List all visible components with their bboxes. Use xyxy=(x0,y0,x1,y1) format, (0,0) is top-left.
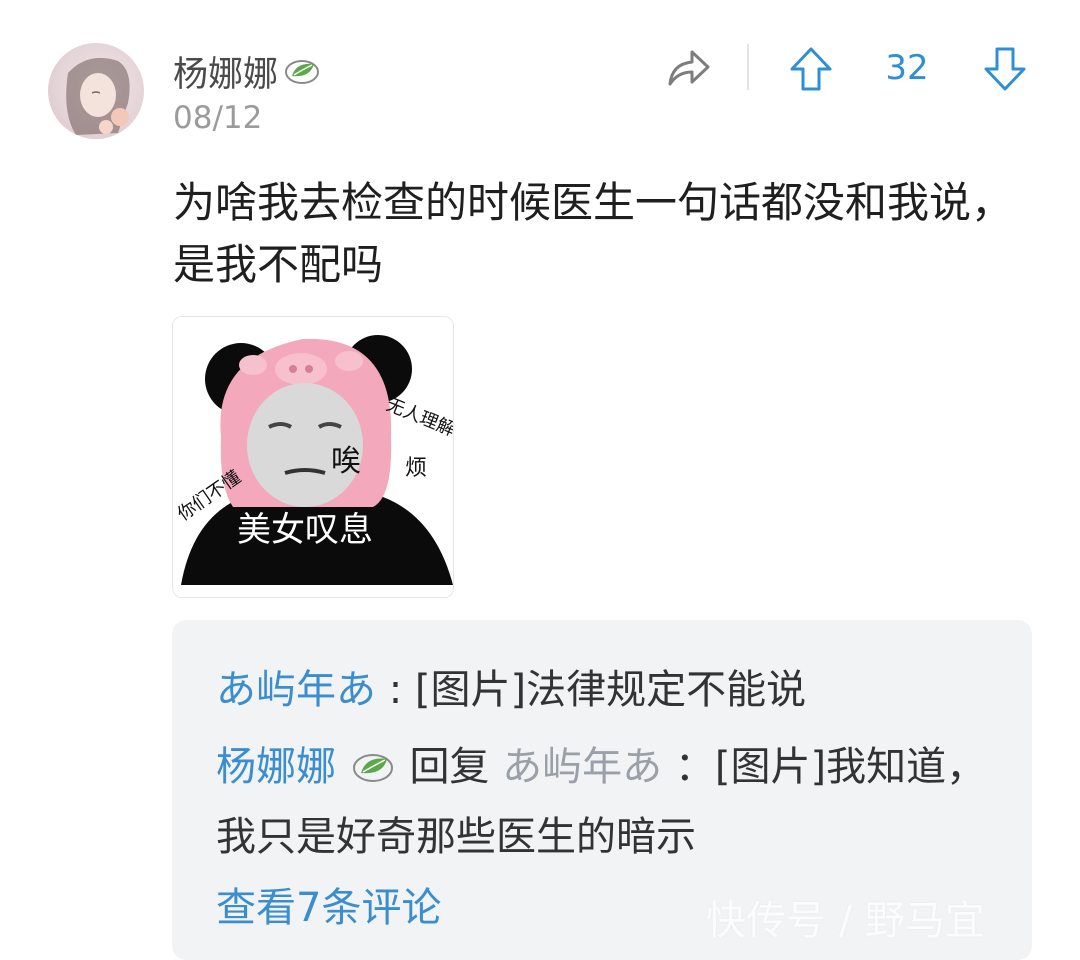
comment-separator: : xyxy=(388,667,403,713)
post-text: 为啥我去检查的时候医生一句话都没和我说，是我不配吗 xyxy=(173,178,1014,289)
comment-content: [图片]法律规定不能说 xyxy=(414,667,807,713)
share-icon[interactable] xyxy=(664,46,712,90)
username-text[interactable]: 杨娜娜 xyxy=(173,46,278,97)
avatar[interactable] xyxy=(48,43,144,139)
leaf-badge-icon xyxy=(352,754,393,782)
comment-item: 杨娜娜 回复 あ屿年あ ：[图片]我知道，我只是好奇那些医生的暗示 xyxy=(216,732,996,872)
watermark: 快传号 / 野马宜 xyxy=(706,898,985,944)
view-more-comments-link[interactable]: 查看7条评论 xyxy=(216,875,441,933)
comment-separator: ： xyxy=(674,744,715,790)
reply-word: 回复 xyxy=(409,744,490,790)
reply-target[interactable]: あ屿年あ xyxy=(502,744,662,790)
meme-text-2: 唉 xyxy=(331,444,361,479)
vote-count: 32 xyxy=(885,48,929,88)
upvote-icon[interactable] xyxy=(788,45,834,93)
comment-author[interactable]: あ屿年あ xyxy=(216,667,376,713)
meme-text-3: 烦 xyxy=(405,456,427,481)
post-image[interactable]: 无人理解 唉 烦 你们不懂 美女叹息 xyxy=(172,316,454,598)
meme-text-5: 美女叹息 xyxy=(237,510,373,550)
post-date: 08/12 xyxy=(173,100,263,136)
comment-author[interactable]: 杨娜娜 xyxy=(216,744,336,790)
meme-image: 无人理解 唉 烦 你们不懂 美女叹息 xyxy=(173,317,453,597)
post-author[interactable]: 杨娜娜 xyxy=(173,46,322,97)
downvote-icon[interactable] xyxy=(982,45,1028,93)
comment-item: あ屿年あ : [图片]法律规定不能说 xyxy=(216,655,996,725)
action-divider xyxy=(747,44,749,90)
leaf-badge-icon xyxy=(285,60,320,84)
avatar-illustration xyxy=(66,57,130,135)
